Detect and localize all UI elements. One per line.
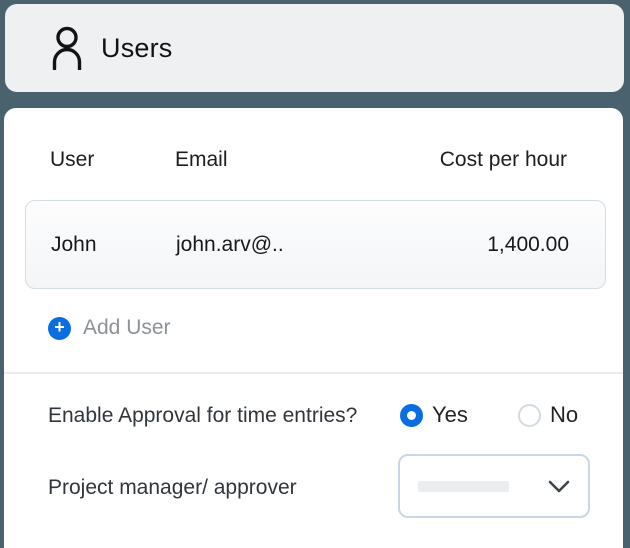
table-row[interactable]: John john.arv@.. 1,400.00 <box>25 200 606 289</box>
table-header-row: User Email Cost per hour <box>4 148 623 172</box>
chevron-down-icon <box>548 480 570 493</box>
cell-cost-per-hour: 1,400.00 <box>487 233 569 257</box>
column-header-user: User <box>50 148 175 172</box>
radio-unselected-icon[interactable] <box>518 404 541 427</box>
dropdown-empty-value <box>418 481 509 492</box>
user-icon <box>51 26 83 70</box>
approver-label: Project manager/ approver <box>48 476 297 500</box>
column-header-cost: Cost per hour <box>440 148 567 172</box>
add-user-button[interactable]: + Add User <box>48 316 171 340</box>
radio-selected-icon[interactable] <box>400 404 423 427</box>
page-title: Users <box>101 33 173 64</box>
users-panel: User Email Cost per hour John john.arv@.… <box>4 108 623 548</box>
column-header-email: Email <box>175 148 440 172</box>
radio-yes-label: Yes <box>432 402 468 428</box>
cell-user-email: john.arv@.. <box>176 233 487 257</box>
users-header-bar[interactable]: Users <box>5 4 624 92</box>
plus-icon: + <box>48 317 71 340</box>
approver-dropdown[interactable] <box>398 454 590 518</box>
approval-question-label: Enable Approval for time entries? <box>48 404 357 428</box>
add-user-label: Add User <box>83 316 171 340</box>
cell-user-name: John <box>51 233 176 257</box>
radio-no-label: No <box>550 402 578 428</box>
radio-approval-no[interactable]: No <box>518 402 578 428</box>
radio-approval-yes[interactable]: Yes <box>400 402 468 428</box>
section-divider <box>4 372 623 374</box>
